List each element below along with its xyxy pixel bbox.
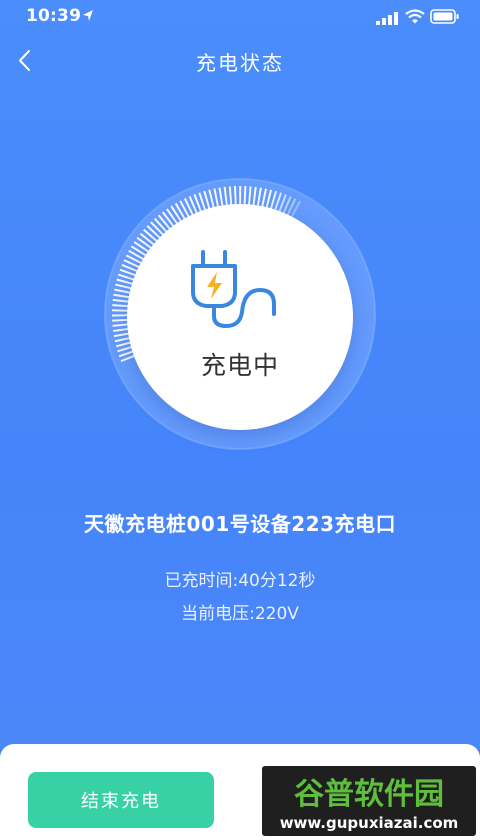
charging-status: 充电中 xyxy=(200,351,279,380)
end-charging-button[interactable]: 结束充电 xyxy=(28,772,214,828)
bottom-panel: 结束充电 谷普软件园 www.gupuxiazai.com xyxy=(0,744,480,840)
nav-bar: 充电状态 xyxy=(0,34,480,88)
wifi-icon xyxy=(405,9,425,28)
plug-icon xyxy=(188,246,288,340)
current-voltage: 当前电压:220V xyxy=(181,604,299,624)
status-bar: 10:39 xyxy=(0,0,480,34)
location-arrow-icon xyxy=(82,8,94,27)
status-time: 10:39 xyxy=(26,6,82,26)
page-title: 充电状态 xyxy=(196,51,284,75)
watermark-title: 谷普软件园 xyxy=(294,777,444,812)
watermark-url: www.gupuxiazai.com xyxy=(280,814,459,832)
battery-icon xyxy=(430,9,460,28)
device-name: 天徽充电桩001号设备223充电口 xyxy=(84,512,396,536)
signal-icon xyxy=(376,10,398,29)
elapsed-time: 已充时间:40分12秒 xyxy=(164,571,316,591)
watermark-logo: 谷普软件园 www.gupuxiazai.com xyxy=(262,766,476,836)
